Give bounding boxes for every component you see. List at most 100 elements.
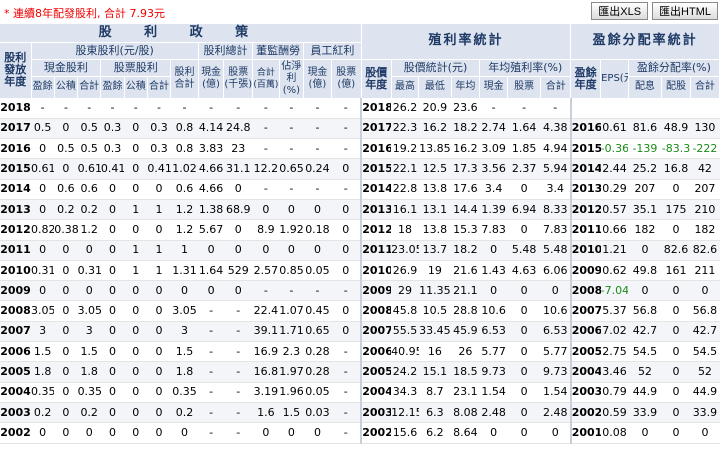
cell-yc: 7.83 [479, 219, 508, 241]
cell-ey: 2013 [569, 179, 601, 200]
dividend-policy-header: 股 利 政 策 [0, 24, 362, 43]
cell-py: 2005 [360, 361, 392, 383]
cell-c1: 3.05 [31, 300, 55, 322]
cell-lo: 15.1 [418, 361, 451, 383]
cell-y: 2007 [0, 321, 32, 343]
cell-t: 0 [170, 280, 199, 302]
cell-dp: 0 [279, 422, 304, 444]
cell-s3: 0 [147, 300, 171, 322]
cell-ey: 2012 [569, 199, 601, 221]
cell-pt [690, 98, 720, 119]
cell-yc: - [479, 98, 508, 119]
cell-yt: 6.53 [540, 321, 571, 343]
cash-reserve-header: 公積 [54, 76, 79, 99]
cell-s3: 0 [147, 422, 171, 444]
cell-yt: 5.77 [540, 341, 571, 363]
cell-ps: 48.9 [661, 118, 691, 140]
cell-py: 2011 [360, 240, 392, 261]
cell-yc: 3.4 [479, 179, 508, 200]
cell-es: - [331, 280, 362, 302]
cell-yt: 8.33 [540, 199, 571, 221]
table-row: 2005 1.8 0 1.8 0 0 0 1.8- -16.8 1.97 0.28-2005 24.2… [0, 361, 720, 383]
cell-c2: 0 [54, 280, 78, 302]
dividend-streak-notice: * 連續8年配發股利, 合計 7.93元 [4, 7, 165, 20]
cell-py: 2014 [360, 179, 392, 200]
cell-cb: 0 [198, 240, 224, 261]
cell-c3: 0 [77, 240, 101, 261]
cell-es: - [331, 98, 362, 119]
toolbar: * 連續8年配發股利, 合計 7.93元 匯出XLS 匯出HTML [0, 0, 720, 24]
cell-s3: 0 [147, 280, 171, 302]
cell-hi: 34.3 [391, 382, 419, 403]
stock-reserve-header: 公積 [124, 76, 148, 99]
cell-c1: 0 [31, 280, 55, 302]
cell-ey: 2002 [569, 402, 601, 424]
cell-s3: 0 [147, 321, 171, 343]
cell-yt: 5.48 [540, 240, 571, 261]
export-xls-button[interactable]: 匯出XLS [591, 2, 649, 20]
cell-yt: 6.06 [540, 260, 571, 282]
cell-s1: 0 [100, 361, 125, 383]
cell-es: 0 [331, 300, 362, 322]
cell-dt: 0 [252, 422, 280, 444]
cell-hi: 24.2 [391, 361, 419, 383]
cell-ec: 0 [303, 240, 332, 261]
cell-yc: 1.54 [479, 382, 508, 403]
yield-stats-header: 殖利率統計 [361, 24, 572, 60]
cell-s3: 0.41 [147, 158, 171, 180]
cell-ps: 175 [661, 199, 691, 221]
stock-total-header: 合計 [147, 76, 172, 99]
cell-yc: 3.09 [479, 138, 508, 160]
cell-cb: - [198, 300, 224, 322]
cell-lo: 10.5 [418, 300, 451, 322]
cell-hi: 15.6 [391, 422, 419, 444]
cell-av: 18.2 [451, 118, 480, 140]
cell-ec: 0.18 [303, 219, 332, 241]
cell-c3: 1.8 [77, 361, 101, 383]
cell-sb: - [223, 422, 253, 444]
cell-pc: 35.1 [628, 199, 662, 221]
cell-av: 15.3 [451, 219, 480, 241]
cell-lo: 13.85 [418, 138, 451, 160]
cell-sb: 68.9 [223, 199, 253, 221]
table-row: 2014 0 0.6 0.6 0 0 0 0.6 4.66 0- - - -2014 22.8 13.8 17… [0, 179, 720, 200]
cell-hi: 40.95 [391, 341, 419, 363]
cell-yt: - [540, 98, 571, 119]
earn-year-header: 盈餘年度 [570, 59, 602, 99]
cell-cb: - [198, 361, 224, 383]
cell-pt: 42 [690, 158, 720, 180]
cell-ys: 0 [507, 422, 541, 444]
yield-sum-header: 合計 [540, 76, 572, 99]
cell-s2: 0 [124, 280, 148, 302]
cell-c1: 0.35 [31, 382, 55, 403]
cell-lo: 13.1 [418, 199, 451, 221]
cell-c3: 0.2 [77, 199, 101, 221]
cell-y: 2018 [0, 98, 32, 119]
price-low-header: 最低 [418, 76, 452, 99]
table-row: 2008 3.05 0 3.05 0 0 0 3.05- -22.4 1.07 0.45 0 2008 4… [0, 300, 720, 322]
cell-av: 18.5 [451, 361, 480, 383]
cell-yc: 10.6 [479, 300, 508, 322]
cell-sb: 0 [223, 240, 253, 261]
cell-pc: 56.8 [628, 300, 662, 322]
cell-pc: 42.7 [628, 321, 662, 343]
cell-yt: 4.38 [540, 118, 571, 140]
stock-surplus-header: 盈餘 [100, 76, 125, 99]
export-html-button[interactable]: 匯出HTML [652, 2, 718, 20]
cell-s1: 0 [100, 341, 125, 363]
dividend-table: 股 利 政 策 殖利率統計 盈餘分配率統計 股利發放年度 股東股利(元/股) 股… [0, 24, 720, 444]
emp-cash-header: 現金(億) [303, 59, 332, 99]
cell-sb: - [223, 361, 253, 383]
cell-ys: 0 [507, 300, 541, 322]
cell-t: 1.2 [170, 219, 199, 241]
cell-py: 2012 [360, 219, 392, 241]
cell-cb: - [198, 402, 224, 424]
cell-dp: 1.92 [279, 219, 304, 241]
cell-ys: 2.37 [507, 158, 541, 180]
payout-cash-header: 配息 [628, 76, 663, 99]
cell-y: 2016 [0, 138, 32, 160]
cell-pc: 25.2 [628, 158, 662, 180]
cell-av: 8.08 [451, 402, 480, 424]
cell-yc: 1.43 [479, 260, 508, 282]
cell-hi: 22.1 [391, 158, 419, 180]
